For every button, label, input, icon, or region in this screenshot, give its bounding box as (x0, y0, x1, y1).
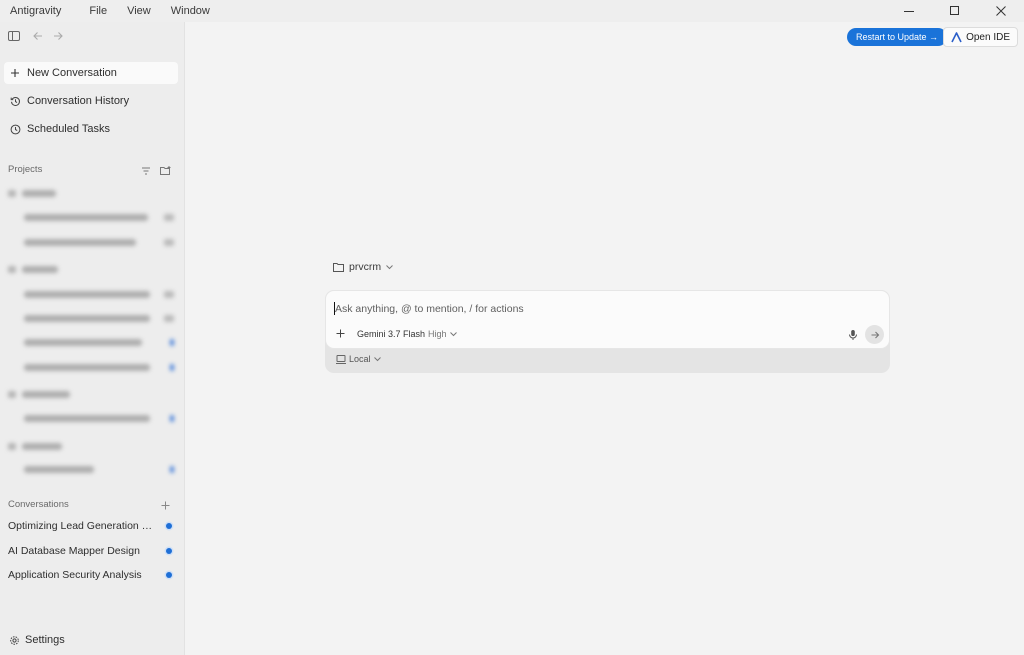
menu-view[interactable]: View (117, 0, 161, 22)
environment-label: Local (349, 354, 371, 364)
arrow-left-icon (33, 32, 42, 40)
new-conversation-button[interactable]: New Conversation (4, 62, 178, 84)
add-project-button[interactable] (160, 163, 172, 181)
plus-icon (9, 67, 21, 79)
filter-button[interactable] (141, 163, 151, 181)
conversations-tools (161, 497, 170, 515)
project-conversation-item[interactable] (24, 312, 174, 324)
unread-indicator (166, 548, 172, 554)
conversation-item[interactable]: Optimizing Lead Generation St... (8, 516, 176, 536)
new-conversation-label: New Conversation (27, 67, 117, 79)
conversation-title: AI Database Mapper Design (8, 545, 140, 557)
conversations-heading: Conversations (8, 499, 69, 510)
menu-window[interactable]: Window (161, 0, 220, 22)
composer-container: Ask anything, @ to mention, / for action… (325, 290, 890, 373)
minimize-icon (904, 11, 914, 12)
prompt-input[interactable]: Ask anything, @ to mention, / for action… (335, 303, 524, 315)
title-bar: Antigravity File View Window (0, 0, 1024, 22)
close-icon (996, 6, 1006, 16)
project-conversation-item[interactable] (24, 236, 174, 248)
project-conversation-item[interactable] (24, 288, 174, 300)
window-controls (886, 0, 1024, 22)
environment-selector[interactable]: Local (336, 354, 381, 364)
menu-file[interactable]: File (79, 0, 117, 22)
conversation-title: Application Security Analysis (8, 569, 142, 581)
projects-tools (141, 163, 172, 181)
plus-icon (336, 329, 345, 338)
composer: Ask anything, @ to mention, / for action… (325, 290, 890, 349)
project-conversation-item[interactable] (24, 412, 174, 424)
toggle-sidebar-button[interactable] (6, 28, 22, 44)
conversation-title: Optimizing Lead Generation St... (8, 520, 158, 532)
model-level: High (428, 329, 447, 339)
maximize-icon (950, 6, 959, 15)
close-button[interactable] (978, 0, 1024, 22)
arrow-right-icon (54, 32, 63, 40)
back-button[interactable] (30, 28, 46, 44)
forward-button[interactable] (50, 28, 66, 44)
clock-icon (9, 123, 21, 135)
project-item[interactable] (8, 187, 68, 199)
microphone-icon (849, 330, 857, 340)
filter-icon (142, 167, 150, 175)
conversation-history-button[interactable]: Conversation History (4, 90, 178, 112)
minimize-button[interactable] (886, 0, 932, 22)
chevron-down-icon (373, 356, 381, 361)
open-ide-label: Open IDE (966, 31, 1010, 43)
model-name: Gemini 3.7 Flash (357, 329, 426, 339)
add-context-button[interactable] (336, 328, 345, 340)
plus-icon (161, 501, 170, 510)
project-conversation-item[interactable] (24, 211, 174, 223)
folder-icon (333, 262, 344, 272)
settings-label: Settings (25, 634, 65, 646)
arrow-right-icon (871, 331, 879, 338)
project-conversation-item[interactable] (24, 463, 174, 475)
project-item[interactable] (8, 263, 68, 275)
maximize-button[interactable] (932, 0, 978, 22)
scheduled-tasks-label: Scheduled Tasks (27, 123, 110, 135)
history-icon (9, 95, 21, 107)
laptop-icon (336, 354, 346, 364)
main-panel: Restart to Update → Open IDE prvcrm Ask … (186, 22, 1024, 655)
conversation-history-label: Conversation History (27, 95, 130, 107)
project-selector[interactable]: prvcrm (333, 261, 393, 273)
gear-icon (8, 634, 20, 646)
restart-to-update-label: Restart to Update → (855, 32, 938, 42)
project-conversation-item[interactable] (24, 336, 174, 348)
conversation-item[interactable]: Application Security Analysis (8, 565, 176, 585)
microphone-button[interactable] (847, 328, 859, 340)
send-button[interactable] (865, 325, 884, 344)
antigravity-logo-icon (951, 31, 962, 42)
add-conversation-button[interactable] (161, 497, 170, 515)
chevron-down-icon (449, 331, 457, 336)
open-ide-button[interactable]: Open IDE (943, 27, 1018, 47)
settings-button[interactable]: Settings (8, 634, 65, 646)
sidebar-toolbar (6, 28, 66, 44)
projects-heading: Projects (8, 164, 43, 175)
sidebar: New Conversation Conversation History Sc… (0, 22, 185, 655)
unread-indicator (166, 523, 172, 529)
restart-to-update-button[interactable]: Restart to Update → (846, 28, 947, 46)
conversation-item[interactable]: AI Database Mapper Design (8, 541, 176, 561)
project-name: prvcrm (349, 261, 382, 273)
unread-indicator (166, 572, 172, 578)
sidebar-toggle-icon (8, 31, 20, 41)
project-conversation-item[interactable] (24, 361, 174, 373)
app-name: Antigravity (10, 5, 62, 17)
scheduled-tasks-button[interactable]: Scheduled Tasks (4, 118, 178, 140)
project-item[interactable] (8, 388, 78, 400)
chevron-down-icon (386, 264, 393, 269)
folder-plus-icon (160, 166, 171, 175)
project-item[interactable] (8, 440, 68, 452)
model-selector[interactable]: Gemini 3.7 Flash High (357, 329, 457, 339)
